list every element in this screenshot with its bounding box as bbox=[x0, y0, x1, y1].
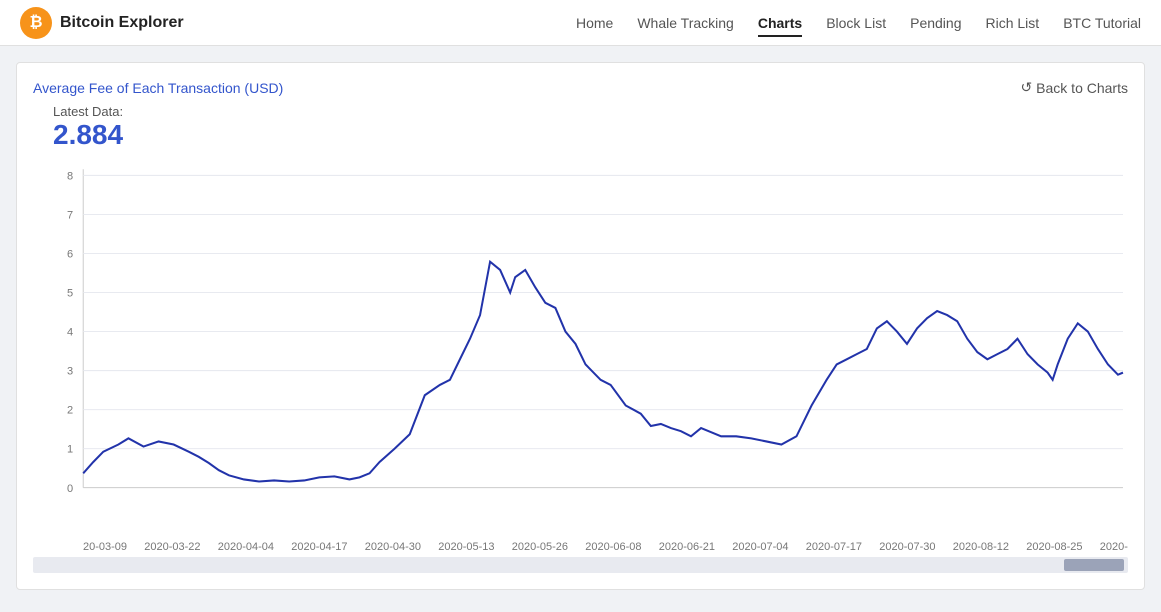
chart-currency: (USD) bbox=[244, 80, 283, 96]
chart-svg: 0 1 2 3 4 5 6 7 8 bbox=[33, 159, 1128, 539]
scrollbar-thumb[interactable] bbox=[1064, 559, 1124, 571]
svg-text:0: 0 bbox=[67, 483, 73, 495]
chart-scrollbar[interactable] bbox=[33, 557, 1128, 573]
nav-link-home[interactable]: Home bbox=[576, 11, 613, 35]
navbar: ₿ Bitcoin Explorer HomeWhale TrackingCha… bbox=[0, 0, 1161, 46]
nav-link-charts[interactable]: Charts bbox=[758, 11, 802, 37]
nav-link-block-list[interactable]: Block List bbox=[826, 11, 886, 35]
chart-area: 0 1 2 3 4 5 6 7 8 bbox=[33, 159, 1128, 539]
svg-text:7: 7 bbox=[67, 209, 73, 221]
logo-icon: ₿ bbox=[20, 7, 52, 39]
chart-title-text: Average Fee of Each Transaction bbox=[33, 80, 244, 96]
chart-header: Average Fee of Each Transaction (USD) ↺ … bbox=[33, 79, 1128, 96]
latest-data-label: Latest Data: bbox=[53, 104, 1128, 119]
nav-link-rich-list[interactable]: Rich List bbox=[986, 11, 1040, 35]
latest-data-value: 2.884 bbox=[53, 119, 1128, 151]
svg-text:8: 8 bbox=[67, 170, 73, 182]
main-content: Average Fee of Each Transaction (USD) ↺ … bbox=[0, 46, 1161, 606]
svg-text:6: 6 bbox=[67, 248, 73, 260]
svg-text:2: 2 bbox=[67, 405, 73, 417]
nav-link-whale-tracking[interactable]: Whale Tracking bbox=[637, 11, 733, 35]
chart-title: Average Fee of Each Transaction (USD) bbox=[33, 80, 283, 96]
back-icon: ↺ bbox=[1020, 79, 1032, 96]
svg-text:3: 3 bbox=[67, 366, 73, 378]
x-axis-labels: 20-03-09 2020-03-22 2020-04-04 2020-04-1… bbox=[33, 541, 1128, 553]
nav-link-btc-tutorial[interactable]: BTC Tutorial bbox=[1063, 11, 1141, 35]
chart-card: Average Fee of Each Transaction (USD) ↺ … bbox=[16, 62, 1145, 590]
back-button-label: Back to Charts bbox=[1036, 80, 1128, 96]
svg-text:1: 1 bbox=[67, 444, 73, 456]
svg-text:5: 5 bbox=[67, 288, 73, 300]
nav-link-pending[interactable]: Pending bbox=[910, 11, 961, 35]
site-title: Bitcoin Explorer bbox=[60, 14, 184, 32]
nav-links: HomeWhale TrackingChartsBlock ListPendin… bbox=[576, 15, 1141, 31]
site-logo[interactable]: ₿ Bitcoin Explorer bbox=[20, 7, 184, 39]
latest-data-section: Latest Data: 2.884 bbox=[33, 104, 1128, 151]
back-to-charts-button[interactable]: ↺ Back to Charts bbox=[1020, 79, 1128, 96]
svg-text:4: 4 bbox=[67, 327, 73, 339]
